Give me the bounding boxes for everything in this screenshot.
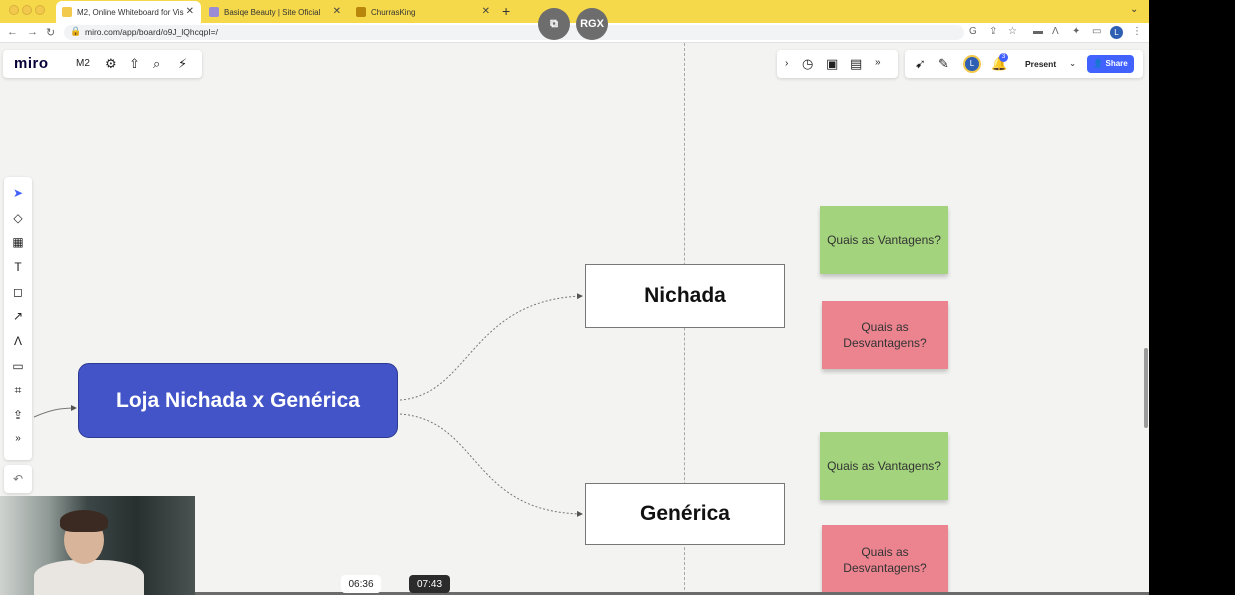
- puzzle-icon[interactable]: ✦: [1072, 26, 1080, 37]
- main-topic-node[interactable]: Loja Nichada x Genérica: [78, 363, 398, 438]
- settings-gear-icon[interactable]: ⚙: [105, 56, 117, 72]
- url-text: miro.com/app/board/o9J_lQhcqpI=/: [85, 27, 219, 37]
- board-header-panel: miro M2 ⚙ ⇧ ⌕ ⚡: [3, 50, 202, 78]
- basiqe-favicon-icon: [209, 7, 219, 17]
- window-zoom-dot[interactable]: [35, 5, 45, 15]
- video-timestamp: 06:36: [341, 575, 381, 593]
- search-icon[interactable]: ⌕: [153, 56, 160, 72]
- miro-logo[interactable]: miro: [14, 55, 49, 72]
- sticky-note-desvantagens[interactable]: Quais as Desvantagens?: [822, 301, 948, 369]
- churrasking-favicon-icon: [356, 7, 366, 17]
- voting-icon[interactable]: ▣: [826, 56, 838, 72]
- share-page-icon[interactable]: ⇪: [989, 26, 997, 37]
- notes-icon[interactable]: ▤: [850, 56, 862, 72]
- celebrate-icon[interactable]: ✎: [938, 56, 949, 72]
- expand-chevron-icon[interactable]: ›: [785, 58, 788, 69]
- sticky-note-desvantagens[interactable]: Quais as Desvantagens?: [822, 525, 948, 595]
- upload-icon[interactable]: ⇪: [4, 408, 32, 422]
- templates-icon[interactable]: ▦: [4, 235, 32, 249]
- creation-toolbar: ➤ ◇ ▦ T ◻ ↗ Ʌ ▭ ⌗ ⇪ »: [4, 177, 32, 460]
- address-toolbar: ← → ↻ 🔒 miro.com/app/board/o9J_lQhcqpI=/…: [0, 23, 1149, 43]
- node-generica[interactable]: Genérica: [585, 483, 785, 545]
- sticky-note-vantagens[interactable]: Quais as Vantagens?: [820, 432, 948, 500]
- frame-icon[interactable]: ⌗: [4, 383, 32, 398]
- lock-icon: 🔒: [70, 26, 82, 36]
- tab-label: Basiqe Beauty | Site Oficial: [224, 7, 321, 17]
- close-icon[interactable]: ✕: [333, 6, 341, 17]
- url-bar[interactable]: 🔒 miro.com/app/board/o9J_lQhcqpI=/: [64, 25, 964, 40]
- rgx-button[interactable]: RGX: [576, 8, 608, 40]
- kebab-menu-icon[interactable]: ⋮: [1132, 26, 1142, 37]
- forward-arrow-icon[interactable]: →: [27, 26, 38, 38]
- bookmark-star-icon[interactable]: ☆: [1008, 26, 1017, 37]
- reload-icon[interactable]: ↻: [46, 26, 55, 39]
- present-button[interactable]: Present ⌄: [1015, 55, 1082, 73]
- vertical-scrollbar[interactable]: [1144, 348, 1148, 428]
- tab-miro[interactable]: M2, Online Whiteboard for Vis ✕: [56, 1, 201, 23]
- integrations-plug-icon[interactable]: ⚡: [178, 56, 187, 72]
- window-close-dot[interactable]: [9, 5, 19, 15]
- comment-icon[interactable]: ▭: [4, 359, 32, 373]
- screen: M2, Online Whiteboard for Vis ✕ Basiqe B…: [0, 0, 1235, 595]
- letterbox-black-bar: [1149, 0, 1235, 595]
- board-name[interactable]: M2: [76, 58, 90, 69]
- connection-line-icon[interactable]: ↗: [4, 309, 32, 323]
- sticky-note-icon[interactable]: ◻: [4, 285, 32, 299]
- video-timestamp-hover: 07:43: [409, 575, 450, 593]
- share-panel: ➹ ✎ L 🔔 3 Present ⌄ 👤 Share: [905, 50, 1143, 78]
- sticky-note-vantagens[interactable]: Quais as Vantagens?: [820, 206, 948, 274]
- user-avatar[interactable]: L: [963, 55, 981, 73]
- more-tools-icon[interactable]: »: [875, 57, 881, 68]
- user-icon: 👤: [1093, 59, 1104, 68]
- export-upload-icon[interactable]: ⇧: [129, 56, 140, 72]
- close-icon[interactable]: ✕: [186, 6, 194, 17]
- tab-label: M2, Online Whiteboard for Vis: [77, 7, 184, 17]
- new-tab-button[interactable]: +: [502, 3, 510, 19]
- extension-icon[interactable]: ▬: [1033, 26, 1043, 37]
- copy-icon[interactable]: ⧉: [538, 8, 570, 40]
- cursor-reaction-icon[interactable]: ➹: [915, 56, 926, 72]
- close-icon[interactable]: ✕: [482, 6, 490, 17]
- share-label: Share: [1105, 59, 1128, 68]
- pen-icon[interactable]: Ʌ: [4, 334, 32, 348]
- select-cursor-icon[interactable]: ➤: [4, 186, 32, 200]
- more-apps-icon[interactable]: »: [4, 433, 32, 444]
- browser-profile-avatar[interactable]: L: [1110, 26, 1123, 39]
- tab-search-chevron-icon[interactable]: ⌄: [1130, 4, 1138, 15]
- extension-icon[interactable]: Λ: [1052, 26, 1059, 37]
- node-nichada[interactable]: Nichada: [585, 264, 785, 328]
- window-minimize-dot[interactable]: [22, 5, 32, 15]
- webcam-video: [0, 496, 195, 595]
- timer-icon[interactable]: ◷: [802, 56, 813, 72]
- tab-basiqe[interactable]: Basiqe Beauty | Site Oficial ✕: [203, 1, 348, 23]
- google-icon[interactable]: G: [969, 26, 977, 37]
- back-arrow-icon[interactable]: ←: [7, 26, 18, 38]
- browser-tab-bar: M2, Online Whiteboard for Vis ✕ Basiqe B…: [0, 0, 1149, 23]
- sidebar-icon[interactable]: ▭: [1092, 26, 1101, 37]
- shapes-icon[interactable]: ◇: [4, 211, 32, 225]
- chevron-down-icon[interactable]: ⌄: [1069, 55, 1076, 73]
- text-icon[interactable]: T: [4, 260, 32, 274]
- collab-tools-panel: › ◷ ▣ ▤ »: [777, 50, 898, 78]
- present-label: Present: [1025, 59, 1057, 69]
- undo-icon[interactable]: ↶: [4, 465, 32, 493]
- share-button[interactable]: 👤 Share: [1087, 55, 1134, 73]
- tab-label: ChurrasKing: [371, 7, 416, 17]
- tab-churrasking[interactable]: ChurrasKing ✕: [350, 1, 497, 23]
- notification-badge: 3: [999, 53, 1008, 62]
- miro-favicon-icon: [62, 7, 72, 17]
